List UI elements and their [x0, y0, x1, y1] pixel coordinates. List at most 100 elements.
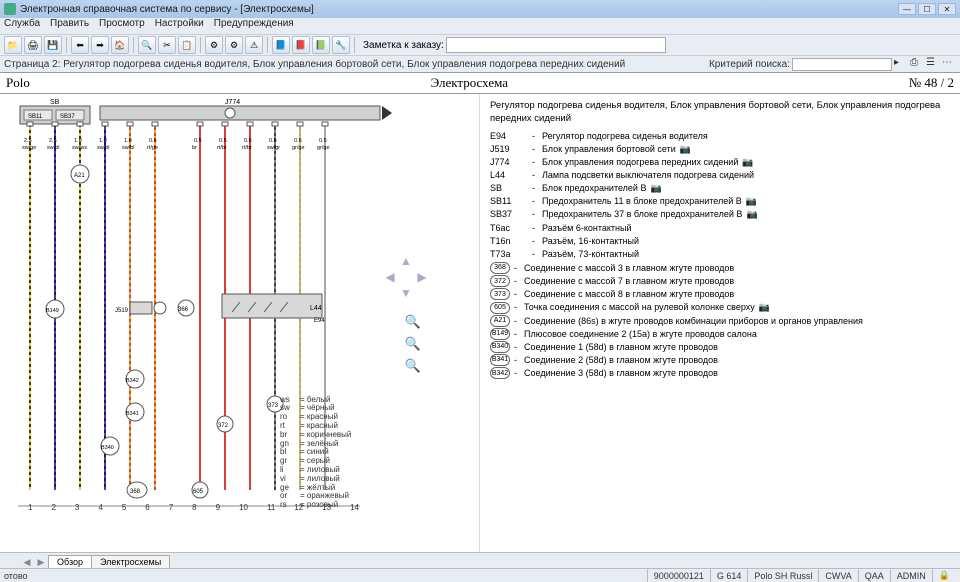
- legend-row: T73a- Разъём, 73-контактный: [490, 248, 950, 260]
- status-qaa: QAA: [858, 569, 890, 582]
- statusbar: отово 9000000121 G 614 Polo SH Russl CWV…: [0, 568, 960, 582]
- tb-icon[interactable]: 💾: [44, 36, 62, 54]
- search-go-icon[interactable]: ▸: [894, 57, 908, 71]
- order-input[interactable]: [446, 37, 666, 53]
- svg-text:1.0: 1.0: [124, 138, 132, 144]
- svg-text:sw/bl: sw/bl: [122, 145, 135, 151]
- tb-icon[interactable]: 📁: [4, 36, 22, 54]
- zoom-controls: 🔍 🔍 🔍: [405, 314, 421, 374]
- camera-icon[interactable]: 📷: [759, 301, 770, 313]
- legend-row: B342- Соединение 3 (58d) в главном жгуте…: [490, 367, 950, 379]
- svg-text:372: 372: [218, 423, 229, 429]
- legend-row: SB- Блок предохранителей B📷: [490, 182, 950, 194]
- diagram-pane[interactable]: SB SB11 SB37 J774 2.5sw/ge2.5sw/bl1.0sw/…: [0, 94, 480, 552]
- window-title: Электронная справочная система по сервис…: [20, 4, 314, 15]
- svg-text:368: 368: [130, 489, 141, 495]
- model-name: Polo: [6, 75, 30, 91]
- camera-icon[interactable]: 📷: [742, 156, 753, 168]
- status-vehicle: Polo SH Russl: [747, 569, 818, 582]
- tb-icon[interactable]: 🔧: [332, 36, 350, 54]
- tb-icon[interactable]: ☰: [926, 57, 940, 71]
- menu-item[interactable]: Просмотр: [99, 18, 145, 34]
- svg-text:SB37: SB37: [60, 114, 75, 120]
- tb-icon[interactable]: 🔍: [138, 36, 156, 54]
- tb-icon[interactable]: ✂: [158, 36, 176, 54]
- legend-pane: Регулятор подогрева сиденья водителя, Бл…: [480, 94, 960, 552]
- legend-row: T16n- Разъём, 16-контактный: [490, 235, 950, 247]
- page-ref: № 48 / 2: [909, 75, 954, 91]
- content-area: SB SB11 SB37 J774 2.5sw/ge2.5sw/bl1.0sw/…: [0, 94, 960, 552]
- tb-icon[interactable]: ⚙: [225, 36, 243, 54]
- nav-up-icon[interactable]: ▲: [399, 254, 413, 268]
- legend-row: J774- Блок управления подогрева передних…: [490, 156, 950, 168]
- bottom-tabs: ◀ ▶ Обзор Электросхемы: [0, 552, 960, 568]
- tb-icon[interactable]: ➡: [91, 36, 109, 54]
- status-ready: отово: [4, 571, 28, 581]
- search-input[interactable]: [792, 58, 892, 71]
- tb-icon[interactable]: 📕: [292, 36, 310, 54]
- svg-text:rt/br: rt/br: [242, 145, 252, 151]
- svg-text:1.0: 1.0: [74, 138, 82, 144]
- tb-icon[interactable]: ⚠: [245, 36, 263, 54]
- svg-text:0.5: 0.5: [269, 138, 277, 144]
- camera-icon[interactable]: 📷: [746, 195, 757, 207]
- tb-icon[interactable]: ⎙: [910, 57, 924, 71]
- legend-title: Регулятор подогрева сиденья водителя, Бл…: [490, 100, 950, 126]
- legend-row: B341- Соединение 2 (58d) в главном жгуте…: [490, 354, 950, 366]
- zoom-fit-icon[interactable]: 🔍: [405, 358, 421, 374]
- order-label: Заметка к заказу:: [363, 40, 444, 51]
- svg-text:gr/ge: gr/ge: [317, 145, 330, 151]
- minimize-button[interactable]: —: [898, 3, 916, 15]
- menu-item[interactable]: Предупреждения: [214, 18, 294, 34]
- menu-item[interactable]: Править: [50, 18, 89, 34]
- tab-arrow-left-icon[interactable]: ◀: [20, 557, 34, 568]
- tb-icon[interactable]: 📋: [178, 36, 196, 54]
- menubar: Служба Править Просмотр Настройки Предуп…: [0, 18, 960, 34]
- menu-item[interactable]: Служба: [4, 18, 40, 34]
- tab-overview[interactable]: Обзор: [48, 555, 92, 568]
- close-button[interactable]: ✕: [938, 3, 956, 15]
- legend-row: T6ac- Разъём 6-контактный: [490, 222, 950, 234]
- legend-row: 368- Соединение с массой 3 в главном жгу…: [490, 262, 950, 274]
- svg-text:0.5: 0.5: [149, 138, 157, 144]
- svg-text:0.5: 0.5: [294, 138, 302, 144]
- tab-arrow-right-icon[interactable]: ▶: [34, 557, 48, 568]
- svg-text:605: 605: [193, 489, 204, 495]
- zoom-in-icon[interactable]: 🔍: [405, 314, 421, 330]
- legend-row: 372- Соединение с массой 7 в главном жгу…: [490, 275, 950, 287]
- svg-text:sw/ws: sw/ws: [72, 145, 87, 151]
- maximize-button[interactable]: ☐: [918, 3, 936, 15]
- svg-text:rt/br: rt/br: [217, 145, 227, 151]
- svg-text:SB: SB: [50, 99, 60, 106]
- tb-icon[interactable]: 🖨: [24, 36, 42, 54]
- svg-text:sw/gr: sw/gr: [267, 145, 280, 151]
- search-label: Критерий поиска:: [709, 59, 790, 70]
- tb-icon[interactable]: ⬅: [71, 36, 89, 54]
- camera-icon[interactable]: 📷: [680, 143, 691, 155]
- menu-item[interactable]: Настройки: [155, 18, 204, 34]
- nav-down-icon[interactable]: ▼: [399, 286, 413, 300]
- svg-text:B341: B341: [126, 411, 139, 417]
- nav-left-icon[interactable]: ◀: [383, 270, 397, 284]
- camera-icon[interactable]: 📷: [650, 182, 661, 194]
- section-title: Электросхема: [431, 75, 508, 91]
- toolbar: 📁 🖨 💾 ⬅ ➡ 🏠 🔍 ✂ 📋 ⚙ ⚙ ⚠ 📘 📕 📗 🔧 Заметка …: [0, 34, 960, 56]
- tb-icon[interactable]: ⋯: [942, 57, 956, 71]
- legend-row: J519- Блок управления бортовой сети📷: [490, 143, 950, 155]
- legend-row: SB37- Предохранитель 37 в блоке предохра…: [490, 208, 950, 220]
- svg-text:J519: J519: [115, 308, 129, 314]
- legend-row: 605- Точка соединения с массой на рулево…: [490, 301, 950, 313]
- zoom-out-icon[interactable]: 🔍: [405, 336, 421, 352]
- tab-schematics[interactable]: Электросхемы: [91, 555, 170, 568]
- nav-right-icon[interactable]: ▶: [415, 270, 429, 284]
- svg-text:E94: E94: [314, 318, 325, 324]
- tb-icon[interactable]: 📘: [272, 36, 290, 54]
- color-legend: ws= белыйsw= чёрныйro= красныйrt= красны…: [280, 396, 351, 510]
- camera-icon[interactable]: 📷: [746, 208, 757, 220]
- svg-text:rt/ge: rt/ge: [147, 145, 158, 151]
- tb-icon[interactable]: 🏠: [111, 36, 129, 54]
- tb-icon[interactable]: 📗: [312, 36, 330, 54]
- svg-text:L44: L44: [310, 305, 322, 312]
- titlebar: Электронная справочная система по сервис…: [0, 0, 960, 18]
- tb-icon[interactable]: ⚙: [205, 36, 223, 54]
